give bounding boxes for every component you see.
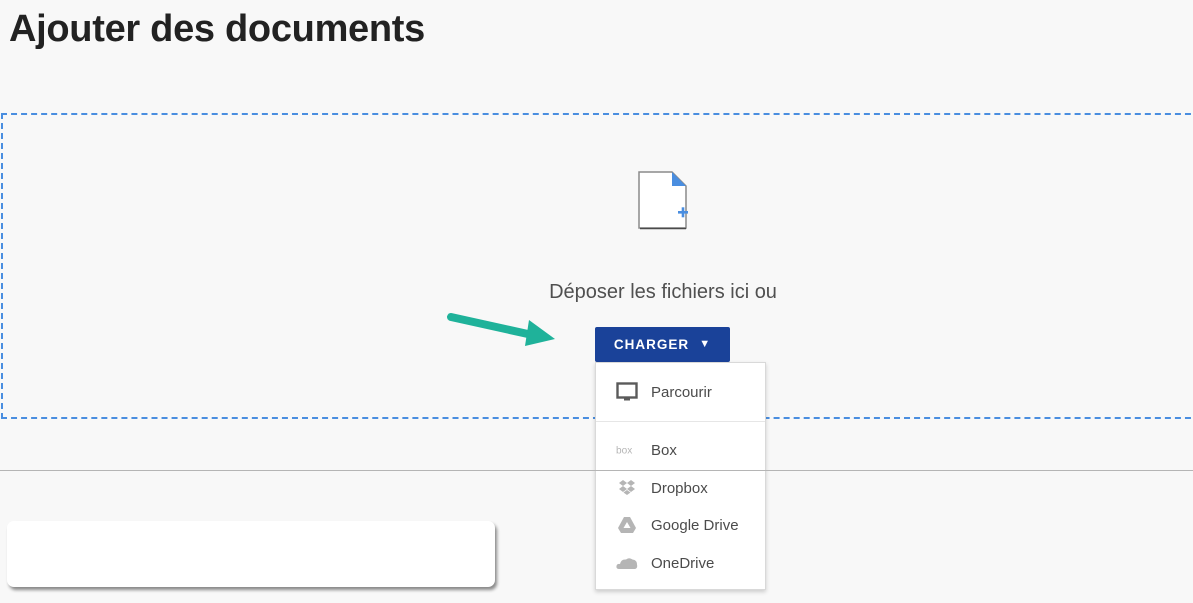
- menu-item-label: Dropbox: [651, 479, 708, 497]
- menu-item-dropbox[interactable]: Dropbox: [596, 470, 765, 506]
- menu-item-browse[interactable]: Parcourir: [596, 374, 765, 410]
- menu-item-label: OneDrive: [651, 554, 715, 572]
- annotation-arrow: [447, 313, 555, 346]
- menu-item-label: Box: [651, 441, 677, 459]
- page: Ajouter des documents Déposer les fichie…: [0, 0, 1193, 603]
- upload-source-menu: Parcourir box Box Dropbox Google Drive O…: [595, 362, 766, 590]
- dropbox-icon: [616, 477, 638, 499]
- chevron-down-icon: ▼: [699, 338, 712, 350]
- page-title: Ajouter des documents: [9, 8, 425, 50]
- box-icon: box: [616, 439, 638, 461]
- section-divider: [0, 470, 1193, 471]
- upload-button-label: CHARGER: [613, 337, 690, 352]
- google-drive-icon: [616, 514, 638, 536]
- blank-panel: [7, 521, 495, 587]
- menu-divider: [596, 421, 765, 422]
- file-add-icon: [638, 171, 688, 230]
- menu-item-box[interactable]: box Box: [596, 432, 765, 468]
- dropzone-text: Déposer les fichiers ici ou: [549, 281, 777, 303]
- upload-button[interactable]: CHARGER ▼: [595, 327, 730, 362]
- svg-text:box: box: [616, 446, 632, 457]
- menu-item-label: Parcourir: [651, 383, 712, 401]
- menu-item-label: Google Drive: [651, 516, 739, 534]
- monitor-icon: [616, 381, 638, 403]
- menu-item-onedrive[interactable]: OneDrive: [596, 545, 765, 581]
- menu-item-google-drive[interactable]: Google Drive: [596, 507, 765, 543]
- onedrive-icon: [616, 552, 638, 574]
